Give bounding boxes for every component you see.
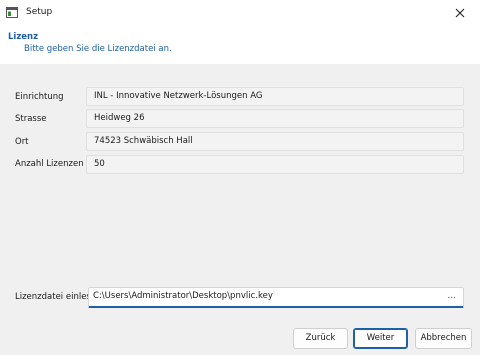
next-button[interactable]: Weiter bbox=[353, 328, 408, 349]
license-file-input[interactable]: C:\Users\Administrator\Desktop\pnvlic.ke… bbox=[88, 287, 464, 308]
ort-label: Ort bbox=[15, 137, 29, 147]
anzahl-lizenzen-label: Anzahl Lizenzen bbox=[15, 159, 84, 169]
title-bar: Setup bbox=[0, 0, 480, 26]
close-button[interactable] bbox=[440, 0, 480, 26]
license-file-path: C:\Users\Administrator\Desktop\pnvlic.ke… bbox=[93, 291, 273, 301]
page-header: Lizenz Bitte geben Sie die Lizenzdatei a… bbox=[0, 26, 480, 64]
close-icon bbox=[455, 8, 465, 18]
anzahl-lizenzen-field: 50 bbox=[86, 155, 464, 174]
cancel-button[interactable]: Abbrechen bbox=[415, 328, 472, 349]
page-title: Lizenz bbox=[8, 32, 39, 42]
browse-button[interactable]: ... bbox=[447, 288, 456, 305]
page-subtitle: Bitte geben Sie die Lizenzdatei an. bbox=[24, 44, 172, 54]
strasse-field: Heidweg 26 bbox=[86, 109, 464, 128]
back-button[interactable]: Zurück bbox=[293, 328, 348, 349]
setup-app-icon bbox=[6, 7, 18, 18]
window-title: Setup bbox=[26, 7, 53, 17]
strasse-label: Strasse bbox=[15, 114, 47, 124]
einrichtung-label: Einrichtung bbox=[15, 92, 64, 102]
ort-field: 74523 Schwäbisch Hall bbox=[86, 132, 464, 151]
einrichtung-field: INL - Innovative Netzwerk-Lösungen AG bbox=[86, 87, 464, 106]
